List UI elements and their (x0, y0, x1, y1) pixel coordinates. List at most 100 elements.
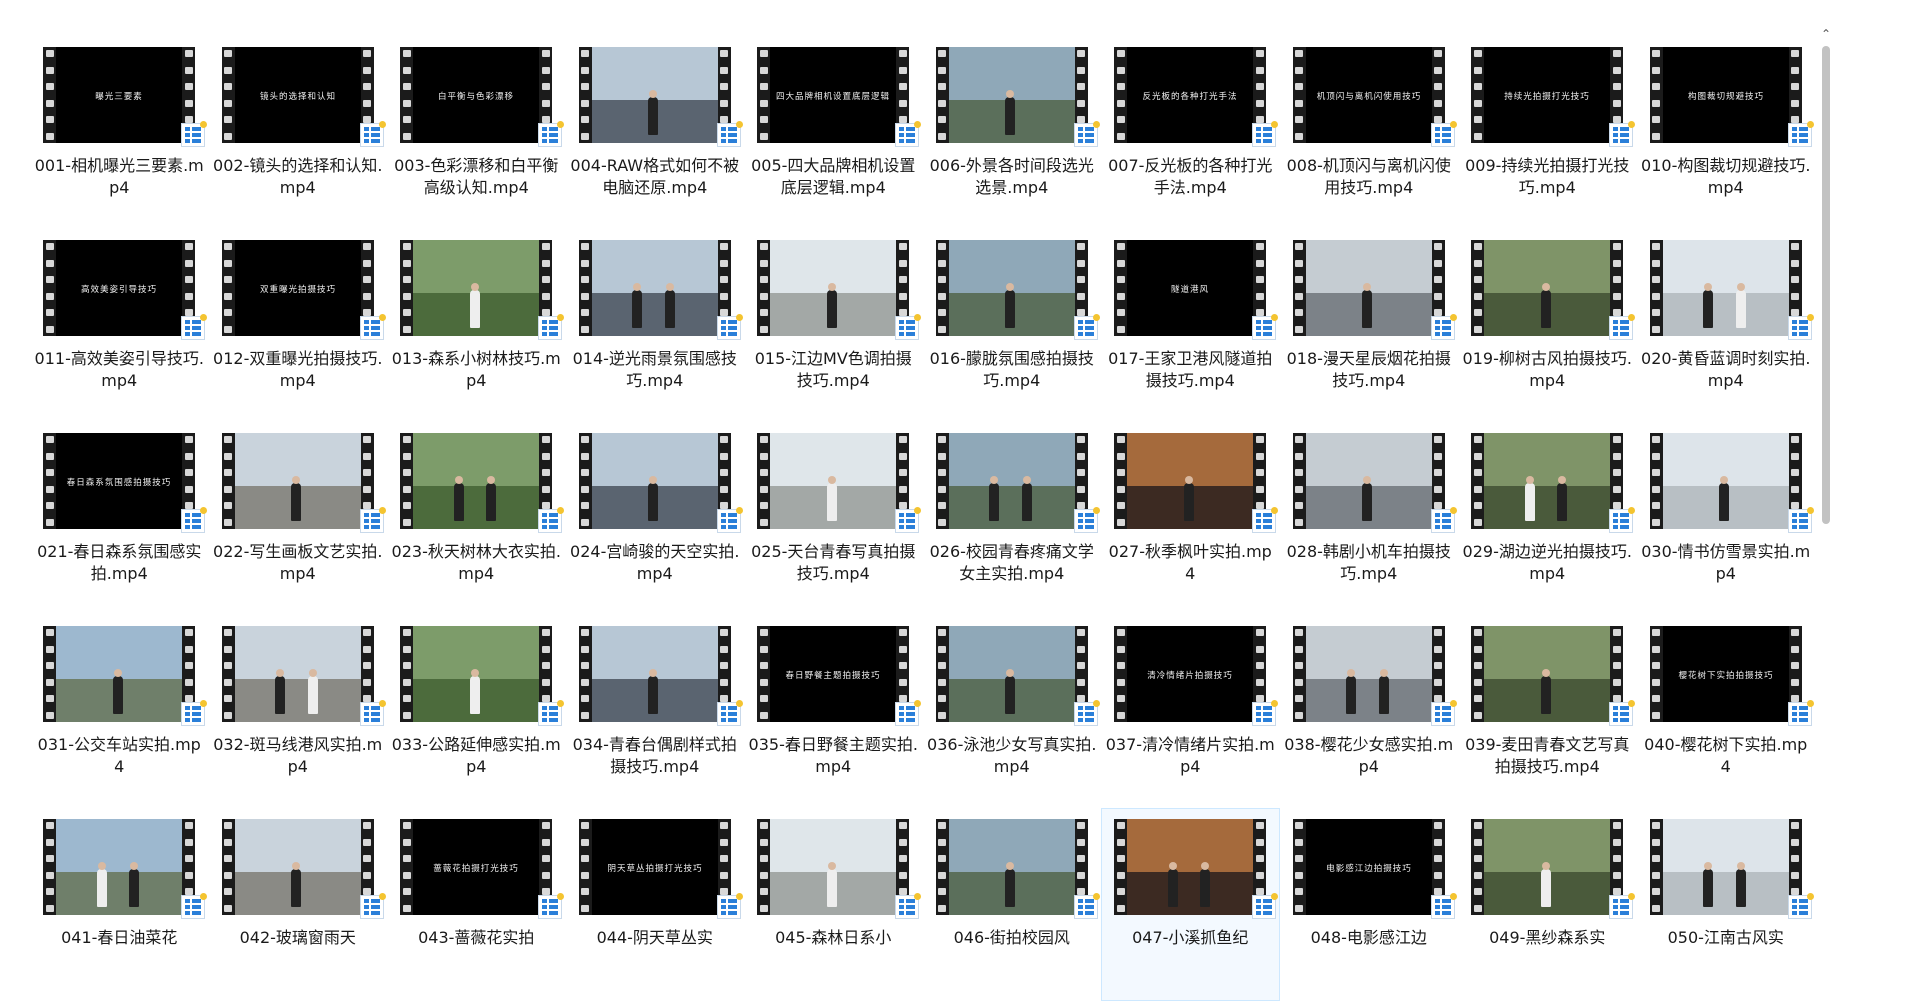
file-name[interactable]: 039-麦田青春文艺写真拍摄技巧.mp4 (1462, 734, 1632, 778)
file-item[interactable]: 阴天草丛拍摄打光技巧 044-阴天草丛实 (566, 808, 745, 1001)
file-name[interactable]: 002-镜头的选择和认知.mp4 (213, 155, 383, 199)
file-item[interactable]: 047-小溪抓鱼纪 (1101, 808, 1280, 1001)
file-item[interactable]: 025-天台青春写真拍摄技巧.mp4 (744, 422, 923, 615)
video-thumbnail[interactable] (1114, 819, 1279, 919)
video-thumbnail[interactable] (400, 626, 565, 726)
file-item[interactable]: 023-秋天树林大衣实拍.mp4 (387, 422, 566, 615)
video-thumbnail[interactable] (935, 47, 1100, 147)
video-thumbnail[interactable]: 四大品牌相机设置底层逻辑 (757, 47, 922, 147)
video-thumbnail[interactable] (757, 819, 922, 919)
file-item[interactable]: 045-森林日系小 (744, 808, 923, 1001)
file-item[interactable]: 031-公交车站实拍.mp4 (30, 615, 209, 808)
video-thumbnail[interactable] (1114, 433, 1279, 533)
file-item[interactable]: 046-街拍校园风 (923, 808, 1102, 1001)
file-item[interactable]: 049-黑纱森系实 (1458, 808, 1637, 1001)
file-item[interactable]: 004-RAW格式如何不被电脑还原.mp4 (566, 36, 745, 229)
video-thumbnail[interactable] (1471, 819, 1636, 919)
video-thumbnail[interactable]: 机顶闪与离机闪使用技巧 (1292, 47, 1457, 147)
video-thumbnail[interactable]: 白平衡与色彩漂移 (400, 47, 565, 147)
file-item[interactable]: 029-湖边逆光拍摄技巧.mp4 (1458, 422, 1637, 615)
file-name[interactable]: 009-持续光拍摄打光技巧.mp4 (1462, 155, 1632, 199)
file-item[interactable]: 构图裁切规避技巧 010-构图裁切规避技巧.mp4 (1637, 36, 1816, 229)
file-name[interactable]: 021-春日森系氛围感实拍.mp4 (34, 541, 204, 585)
file-name[interactable]: 036-泳池少女写真实拍.mp4 (927, 734, 1097, 778)
video-thumbnail[interactable] (400, 240, 565, 340)
file-item[interactable]: 030-情书仿雪景实拍.mp4 (1637, 422, 1816, 615)
file-item[interactable]: 隧道港风 017-王家卫港风隧道拍摄技巧.mp4 (1101, 229, 1280, 422)
scroll-thumb[interactable] (1822, 46, 1830, 524)
file-item[interactable]: 033-公路延伸感实拍.mp4 (387, 615, 566, 808)
video-thumbnail[interactable]: 构图裁切规避技巧 (1649, 47, 1814, 147)
video-thumbnail[interactable]: 清冷情绪片拍摄技巧 (1114, 626, 1279, 726)
video-thumbnail[interactable] (757, 240, 922, 340)
file-item[interactable]: 042-玻璃窗雨天 (209, 808, 388, 1001)
file-name[interactable]: 018-漫天星辰烟花拍摄技巧.mp4 (1284, 348, 1454, 392)
file-item[interactable]: 024-宫崎骏的天空实拍.mp4 (566, 422, 745, 615)
file-item[interactable]: 春日野餐主题拍摄技巧 035-春日野餐主题实拍.mp4 (744, 615, 923, 808)
file-name[interactable]: 045-森林日系小 (748, 927, 918, 949)
file-name[interactable]: 012-双重曝光拍摄技巧.mp4 (213, 348, 383, 392)
video-thumbnail[interactable] (578, 626, 743, 726)
video-thumbnail[interactable]: 隧道港风 (1114, 240, 1279, 340)
file-item[interactable]: 027-秋季枫叶实拍.mp4 (1101, 422, 1280, 615)
file-name[interactable]: 034-青春台偶剧样式拍摄技巧.mp4 (570, 734, 740, 778)
file-item[interactable]: 反光板的各种打光手法 007-反光板的各种打光手法.mp4 (1101, 36, 1280, 229)
file-item[interactable]: 019-柳树古风拍摄技巧.mp4 (1458, 229, 1637, 422)
file-name[interactable]: 017-王家卫港风隧道拍摄技巧.mp4 (1105, 348, 1275, 392)
file-name[interactable]: 028-韩剧小机车拍摄技巧.mp4 (1284, 541, 1454, 585)
video-thumbnail[interactable] (221, 819, 386, 919)
video-thumbnail[interactable] (578, 240, 743, 340)
video-thumbnail[interactable]: 双重曝光拍摄技巧 (221, 240, 386, 340)
file-item[interactable]: 039-麦田青春文艺写真拍摄技巧.mp4 (1458, 615, 1637, 808)
file-item[interactable]: 020-黄昏蓝调时刻实拍.mp4 (1637, 229, 1816, 422)
video-thumbnail[interactable] (578, 433, 743, 533)
file-name[interactable]: 008-机顶闪与离机闪使用技巧.mp4 (1284, 155, 1454, 199)
video-thumbnail[interactable] (400, 433, 565, 533)
file-item[interactable]: 白平衡与色彩漂移 003-色彩漂移和白平衡高级认知.mp4 (387, 36, 566, 229)
file-name[interactable]: 019-柳树古风拍摄技巧.mp4 (1462, 348, 1632, 392)
video-thumbnail[interactable] (1292, 433, 1457, 533)
video-thumbnail[interactable] (757, 433, 922, 533)
file-name[interactable]: 013-森系小树林技巧.mp4 (391, 348, 561, 392)
video-thumbnail[interactable]: 樱花树下实拍拍摄技巧 (1649, 626, 1814, 726)
scroll-up-arrow-icon[interactable]: ⌃ (1818, 26, 1834, 42)
video-thumbnail[interactable] (935, 819, 1100, 919)
file-name[interactable]: 046-街拍校园风 (927, 927, 1097, 949)
file-name[interactable]: 014-逆光雨景氛围感技巧.mp4 (570, 348, 740, 392)
file-name[interactable]: 016-朦胧氛围感拍摄技巧.mp4 (927, 348, 1097, 392)
file-name[interactable]: 043-蔷薇花实拍 (391, 927, 561, 949)
video-thumbnail[interactable]: 电影感江边拍摄技巧 (1292, 819, 1457, 919)
file-name[interactable]: 020-黄昏蓝调时刻实拍.mp4 (1641, 348, 1811, 392)
file-item[interactable]: 041-春日油菜花 (30, 808, 209, 1001)
video-thumbnail[interactable] (578, 47, 743, 147)
file-name[interactable]: 041-春日油菜花 (34, 927, 204, 949)
video-thumbnail[interactable]: 春日森系氛围感拍摄技巧 (43, 433, 208, 533)
file-name[interactable]: 003-色彩漂移和白平衡高级认知.mp4 (391, 155, 561, 199)
video-thumbnail[interactable] (221, 433, 386, 533)
video-thumbnail[interactable] (43, 626, 208, 726)
file-item[interactable]: 春日森系氛围感拍摄技巧 021-春日森系氛围感实拍.mp4 (30, 422, 209, 615)
file-item[interactable]: 曝光三要素 001-相机曝光三要素.mp4 (30, 36, 209, 229)
file-name[interactable]: 033-公路延伸感实拍.mp4 (391, 734, 561, 778)
file-name[interactable]: 006-外景各时间段选光选景.mp4 (927, 155, 1097, 199)
video-thumbnail[interactable]: 高效美姿引导技巧 (43, 240, 208, 340)
file-item[interactable]: 机顶闪与离机闪使用技巧 008-机顶闪与离机闪使用技巧.mp4 (1280, 36, 1459, 229)
file-item[interactable]: 电影感江边拍摄技巧 048-电影感江边 (1280, 808, 1459, 1001)
file-name[interactable]: 026-校园青春疼痛文学女主实拍.mp4 (927, 541, 1097, 585)
video-thumbnail[interactable] (935, 240, 1100, 340)
file-name[interactable]: 004-RAW格式如何不被电脑还原.mp4 (570, 155, 740, 199)
file-item[interactable]: 樱花树下实拍拍摄技巧 040-樱花树下实拍.mp4 (1637, 615, 1816, 808)
video-thumbnail[interactable]: 春日野餐主题拍摄技巧 (757, 626, 922, 726)
video-thumbnail[interactable] (1649, 819, 1814, 919)
file-name[interactable]: 015-江边MV色调拍摄技巧.mp4 (748, 348, 918, 392)
video-thumbnail[interactable]: 曝光三要素 (43, 47, 208, 147)
file-item[interactable]: 026-校园青春疼痛文学女主实拍.mp4 (923, 422, 1102, 615)
file-name[interactable]: 035-春日野餐主题实拍.mp4 (748, 734, 918, 778)
file-item[interactable]: 036-泳池少女写真实拍.mp4 (923, 615, 1102, 808)
video-thumbnail[interactable] (1649, 240, 1814, 340)
file-item[interactable]: 清冷情绪片拍摄技巧 037-清冷情绪片实拍.mp4 (1101, 615, 1280, 808)
file-item[interactable]: 四大品牌相机设置底层逻辑 005-四大品牌相机设置底层逻辑.mp4 (744, 36, 923, 229)
video-thumbnail[interactable]: 反光板的各种打光手法 (1114, 47, 1279, 147)
file-item[interactable]: 016-朦胧氛围感拍摄技巧.mp4 (923, 229, 1102, 422)
file-name[interactable]: 001-相机曝光三要素.mp4 (34, 155, 204, 199)
